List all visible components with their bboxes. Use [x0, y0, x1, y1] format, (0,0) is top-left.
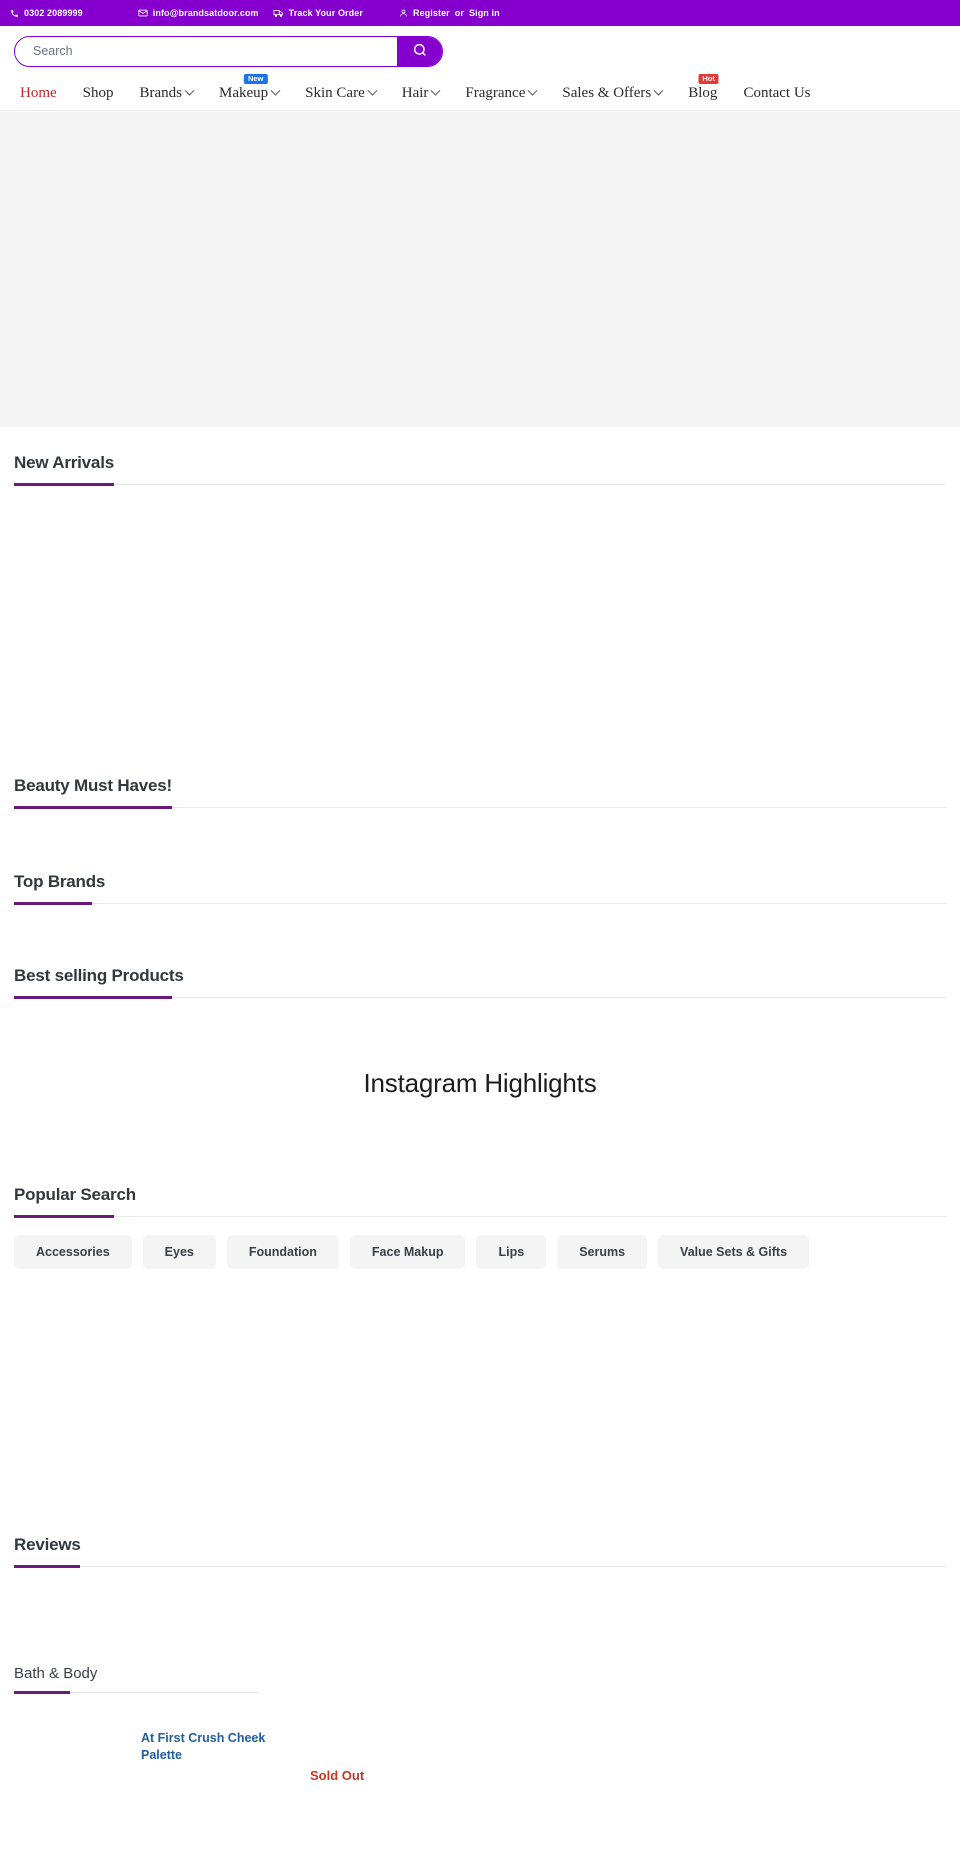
top-brands-header: Top Brands: [14, 846, 946, 905]
or-label: or: [454, 8, 464, 18]
search-input[interactable]: [15, 36, 397, 66]
tag-foundation[interactable]: Foundation: [226, 1235, 339, 1269]
top-brands-underline: [14, 902, 946, 905]
product-name[interactable]: At First Crush Cheek Palette: [141, 1730, 301, 1764]
phone-number[interactable]: 0302 2089999: [24, 8, 83, 18]
top-utility-bar: 0302 2089999 info@brandsatdoor.com Track…: [0, 0, 960, 26]
beauty-must-haves-header: Beauty Must Haves!: [14, 750, 946, 809]
track-order-group[interactable]: Track Your Order: [273, 8, 363, 18]
nav-item-sales-offers[interactable]: Sales & Offers: [549, 85, 675, 102]
bath-body-underline: [14, 1691, 259, 1694]
account-group[interactable]: Register or Sign in: [399, 8, 500, 18]
chevron-down-icon: [430, 85, 441, 96]
nav-badge-hot: Hot: [698, 73, 719, 84]
beauty-must-haves-underline: [14, 806, 946, 809]
tag-accessories[interactable]: Accessories: [14, 1235, 132, 1269]
nav-item-hair[interactable]: Hair: [389, 85, 453, 102]
email-group[interactable]: info@brandsatdoor.com: [138, 8, 259, 18]
tag-serums[interactable]: Serums: [557, 1235, 648, 1269]
best-selling-carousel[interactable]: [14, 998, 946, 1038]
nav-label-brands: Brands: [139, 84, 183, 101]
mail-icon: [138, 8, 148, 18]
nav-badge-new: New: [243, 73, 268, 84]
top-brands-section: Top Brands: [0, 846, 960, 940]
signin-link[interactable]: Sign in: [469, 8, 500, 18]
new-arrivals-carousel[interactable]: [14, 485, 946, 750]
bath-body-section: Bath & Body At First Crush Cheek Palette…: [0, 1627, 960, 1827]
beauty-must-haves-section: Beauty Must Haves!: [0, 750, 960, 846]
nav-item-home[interactable]: Home: [14, 85, 70, 102]
best-selling-section: Best selling Products: [0, 940, 960, 1038]
search-row: [0, 26, 960, 76]
new-arrivals-title: New Arrivals: [14, 453, 114, 472]
nav-item-blog[interactable]: Hot Blog: [675, 73, 730, 102]
search-icon: [412, 42, 428, 61]
top-brands-carousel[interactable]: [14, 904, 946, 940]
tag-lips[interactable]: Lips: [476, 1235, 547, 1269]
nav-label-blog: Blog: [688, 84, 718, 101]
beauty-must-haves-title: Beauty Must Haves!: [14, 776, 172, 795]
tag-eyes[interactable]: Eyes: [142, 1235, 216, 1269]
best-selling-title: Best selling Products: [14, 966, 184, 985]
chevron-down-icon: [184, 85, 195, 96]
reviews-underline: [14, 1565, 946, 1568]
bath-body-header: Bath & Body: [14, 1627, 946, 1694]
reviews-title: Reviews: [14, 1535, 81, 1554]
new-arrivals-section: New Arrivals: [0, 427, 960, 750]
best-selling-underline: [14, 996, 946, 999]
nav-item-skin-care[interactable]: Skin Care: [292, 85, 389, 102]
user-icon: [399, 8, 408, 18]
nav-item-brands[interactable]: Brands: [127, 85, 207, 102]
nav-label-home: Home: [20, 84, 57, 101]
phone-group[interactable]: 0302 2089999: [10, 8, 83, 18]
new-arrivals-header: New Arrivals: [14, 427, 946, 486]
top-brands-title: Top Brands: [14, 872, 106, 891]
popular-search-header: Popular Search: [14, 1159, 946, 1218]
search-bar[interactable]: [14, 35, 443, 67]
bath-body-title: Bath & Body: [14, 1665, 98, 1682]
reviews-carousel[interactable]: [14, 1567, 946, 1627]
nav-label-skin-care: Skin Care: [305, 84, 365, 101]
nav-label-fragrance: Fragrance: [465, 84, 526, 101]
reviews-section: Reviews: [0, 1509, 960, 1627]
main-navigation: Home Shop Brands New Makeup Skin Care Ha…: [0, 73, 960, 111]
instagram-highlights-section: Instagram Highlights: [0, 1038, 960, 1159]
popular-search-tags: Accessories Eyes Foundation Face Makup L…: [14, 1217, 946, 1269]
nav-label-sales-offers: Sales & Offers: [562, 84, 652, 101]
popular-search-title: Popular Search: [14, 1185, 136, 1204]
instagram-highlights-title: Instagram Highlights: [363, 1068, 597, 1098]
email-address[interactable]: info@brandsatdoor.com: [153, 8, 259, 18]
nav-item-makeup[interactable]: New Makeup: [206, 73, 292, 102]
chevron-down-icon: [527, 85, 538, 96]
beauty-must-haves-carousel[interactable]: [14, 808, 946, 846]
reviews-header: Reviews: [14, 1509, 946, 1568]
chevron-down-icon: [367, 85, 378, 96]
nav-item-contact-us[interactable]: Contact Us: [730, 85, 823, 102]
register-link[interactable]: Register: [413, 8, 450, 18]
tag-value-sets-gifts[interactable]: Value Sets & Gifts: [658, 1235, 810, 1269]
search-button[interactable]: [397, 36, 442, 66]
nav-item-fragrance[interactable]: Fragrance: [452, 85, 549, 102]
chevron-down-icon: [270, 85, 281, 96]
nav-label-shop: Shop: [82, 84, 114, 101]
tag-face-makup[interactable]: Face Makup: [349, 1235, 466, 1269]
product-card[interactable]: At First Crush Cheek Palette Sold Out: [14, 1717, 946, 1827]
nav-item-shop[interactable]: Shop: [70, 85, 127, 102]
popular-search-section: Popular Search Accessories Eyes Foundati…: [0, 1159, 960, 1509]
popular-search-content[interactable]: [14, 1269, 946, 1509]
truck-icon: [273, 8, 284, 18]
new-arrivals-underline: [14, 483, 946, 486]
nav-label-makeup: Makeup: [219, 84, 269, 101]
chevron-down-icon: [653, 85, 664, 96]
phone-icon: [10, 9, 19, 18]
popular-search-underline: [14, 1215, 946, 1218]
nav-label-contact-us: Contact Us: [743, 84, 811, 101]
instagram-highlights-gallery[interactable]: [0, 1099, 960, 1159]
track-order-link[interactable]: Track Your Order: [289, 8, 363, 18]
hero-banner[interactable]: [0, 112, 960, 427]
status-badge: Sold Out: [310, 1768, 365, 1783]
best-selling-header: Best selling Products: [14, 940, 946, 999]
nav-label-hair: Hair: [401, 84, 429, 101]
